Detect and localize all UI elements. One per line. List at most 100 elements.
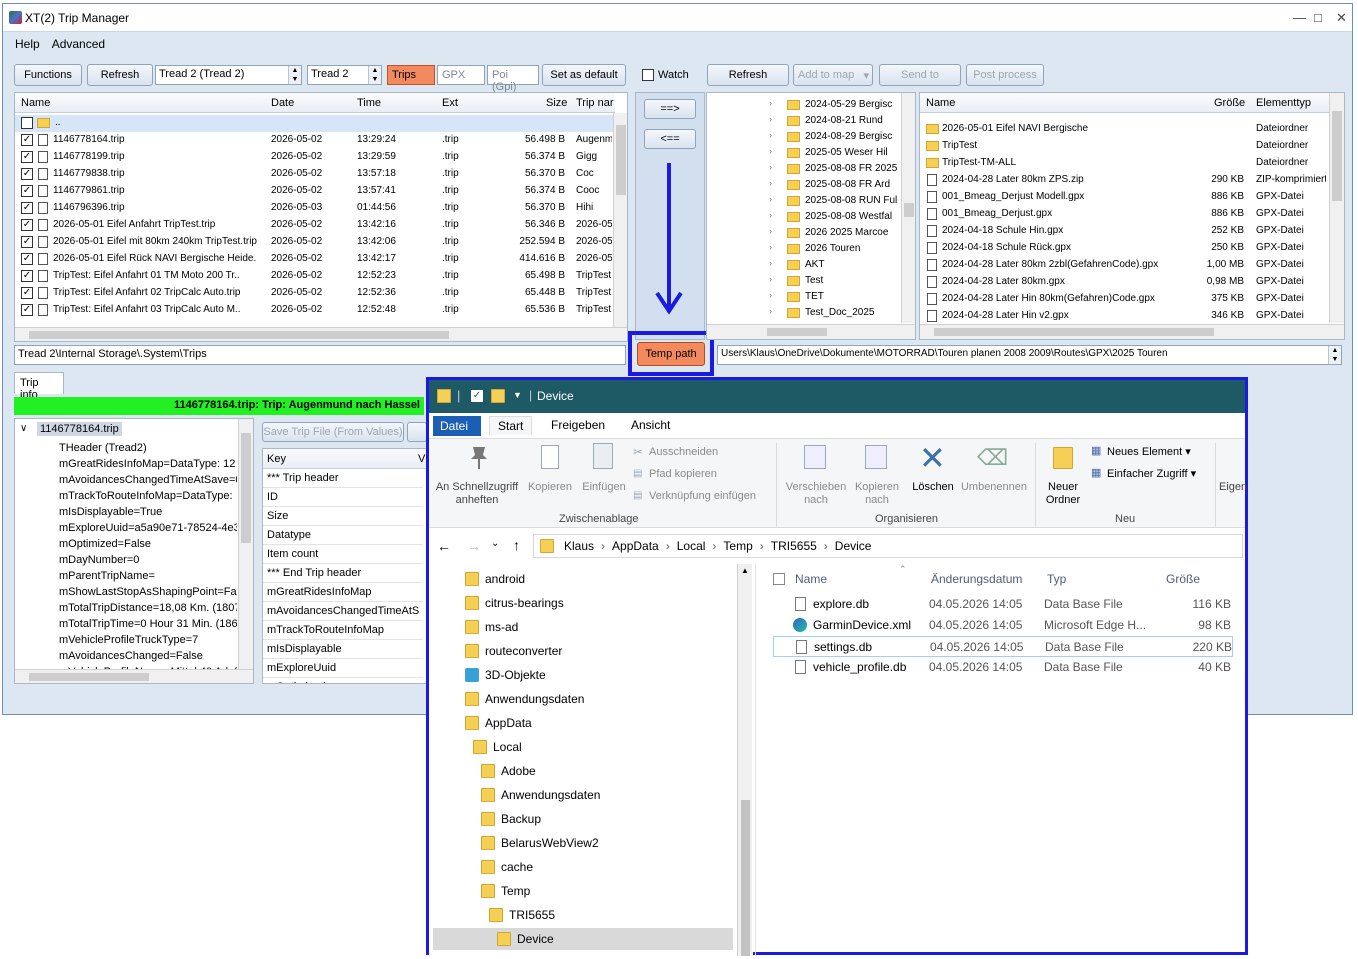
- nav-item[interactable]: Device: [433, 928, 733, 950]
- watch-checkbox[interactable]: [642, 69, 654, 81]
- tree-root[interactable]: 1146778164.trip: [37, 422, 122, 436]
- new-folder-button[interactable]: Neuer Ordner: [1037, 481, 1089, 507]
- chevron-down-icon[interactable]: ⌄: [491, 538, 499, 549]
- nav-item[interactable]: routeconverter: [433, 640, 733, 662]
- table-row[interactable]: 2024-04-18 Schule Rück.gpx 250 KB GPX-Date…: [920, 240, 1328, 257]
- nav-item[interactable]: android: [433, 568, 733, 590]
- file-row[interactable]: GarminDevice.xml 04.05.2026 14:05 Microsof…: [773, 615, 1233, 636]
- copy-path-button[interactable]: Pfad kopieren: [649, 468, 717, 481]
- trip-tree-item[interactable]: mVehicleProfileTruckType=7: [59, 634, 237, 646]
- grid-row[interactable]: mIsDisplayable: [263, 640, 423, 659]
- tree-item[interactable]: › AKT: [707, 257, 899, 274]
- tree-collapse-icon[interactable]: ∨: [20, 423, 27, 434]
- table-row[interactable]: 2024-04-18 Schule Hin.gpx 252 KB GPX-Datei: [920, 223, 1328, 240]
- grid-row[interactable]: *** End Trip header: [263, 564, 423, 583]
- row-checkbox[interactable]: ✓: [21, 304, 33, 316]
- row-checkbox[interactable]: ✓: [21, 236, 33, 248]
- col-date[interactable]: Änderungsdatum: [931, 572, 1022, 586]
- trip-tree-item[interactable]: mDayNumber=0: [59, 554, 237, 566]
- chevron-right-icon[interactable]: ›: [769, 146, 772, 156]
- chevron-right-icon[interactable]: ›: [769, 162, 772, 172]
- grid-row[interactable]: Size: [263, 507, 423, 526]
- nav-item[interactable]: Adobe: [433, 760, 733, 782]
- breadcrumb-item[interactable]: Temp: [719, 539, 756, 553]
- row-checkbox[interactable]: ✓: [21, 219, 33, 231]
- row-checkbox[interactable]: ✓: [21, 151, 33, 163]
- spin-icon[interactable]: ▲ ▼: [368, 66, 381, 84]
- nav-item[interactable]: ms-ad: [433, 616, 733, 638]
- file-row[interactable]: settings.db 04.05.2026 14:05 Data Base Fil…: [773, 636, 1233, 657]
- scroll-thumb[interactable]: [904, 203, 914, 217]
- tree-item[interactable]: › TET: [707, 289, 899, 306]
- chevron-right-icon[interactable]: ›: [769, 290, 772, 300]
- table-row[interactable]: ✓ 1146779861.trip 2026-05-02 13:57:41 .trip 5…: [15, 183, 615, 200]
- spin-icon[interactable]: ▲ ▼: [288, 66, 301, 84]
- grid-row[interactable]: mTrackToRouteInfoMap: [263, 621, 423, 640]
- file-row[interactable]: vehicle_profile.db 04.05.2026 14:05 Data B…: [773, 657, 1233, 678]
- scroll-thumb[interactable]: [241, 433, 251, 543]
- file-row[interactable]: explore.db 04.05.2026 14:05 Data Base File…: [773, 594, 1233, 615]
- tree-item[interactable]: › 2025-08-08 FR Ard: [707, 177, 899, 194]
- grid-row[interactable]: mAvoidancesChangedTimeAtS: [263, 602, 423, 621]
- right-vscrollbar[interactable]: [1329, 93, 1344, 323]
- maximize-icon[interactable]: □: [1314, 10, 1322, 25]
- nav-item[interactable]: cache: [433, 856, 733, 878]
- cut-button[interactable]: Ausschneiden: [649, 446, 718, 459]
- copy-left-button[interactable]: <==: [644, 129, 696, 149]
- col-time[interactable]: Time: [357, 97, 381, 109]
- minimize-icon[interactable]: —: [1293, 10, 1306, 25]
- grid-row[interactable]: mOptimized: [263, 678, 423, 683]
- row-checkbox[interactable]: ✓: [21, 202, 33, 214]
- trip-tree-item[interactable]: mGreatRidesInfoMap=DataType: 12: [59, 458, 237, 470]
- right-hscrollbar[interactable]: [920, 324, 1344, 339]
- trip-tree-hscrollbar[interactable]: [15, 669, 253, 683]
- scroll-thumb[interactable]: [1332, 111, 1342, 201]
- scroll-thumb[interactable]: [934, 328, 1214, 336]
- menu-help[interactable]: Help: [15, 37, 40, 51]
- left-path-field[interactable]: Tread 2\Internal Storage\.System\Trips: [14, 345, 626, 365]
- table-row[interactable]: 2024-04-28 Later 80km 2zbl(GefahrenCode)…: [920, 257, 1328, 274]
- breadcrumb-item[interactable]: Local: [673, 539, 710, 553]
- breadcrumb-item[interactable]: Klaus: [560, 539, 598, 553]
- tree-item[interactable]: › 2026 2025 Marcoe: [707, 225, 899, 242]
- scroll-thumb[interactable]: [616, 125, 626, 195]
- breadcrumb-item[interactable]: TRI5655: [767, 539, 821, 553]
- tree-item[interactable]: › 2025-08-08 Westfal: [707, 209, 899, 226]
- right-path-field[interactable]: Users\Klaus\OneDrive\Dokumente\MOTORRAD\…: [717, 345, 1342, 365]
- left-hscrollbar[interactable]: [15, 327, 627, 341]
- col-name[interactable]: Name: [795, 572, 827, 586]
- new-item-button[interactable]: Neues Element ▾: [1107, 446, 1191, 459]
- grid-row[interactable]: *** Trip header: [263, 469, 423, 488]
- table-row[interactable]: TripTest Dateiordner: [920, 138, 1328, 155]
- trip-tree-item[interactable]: mAvoidancesChanged=False: [59, 650, 237, 662]
- tab-trips[interactable]: Trips: [387, 65, 435, 85]
- table-row[interactable]: 2024-04-28 Later 80km ZPS.zip 290 KB ZIP-k…: [920, 172, 1328, 189]
- model-combo[interactable]: Tread 2 ▲ ▼: [307, 65, 382, 85]
- breadcrumb-item[interactable]: Device: [831, 539, 876, 553]
- chevron-right-icon[interactable]: ›: [769, 130, 772, 140]
- tab-poi[interactable]: Poi (Gpi): [487, 65, 539, 93]
- trip-tree-item[interactable]: mShowLastStopAsShapingPoint=Fals: [59, 586, 237, 598]
- more-button[interactable]: [407, 422, 427, 442]
- tab-gpx[interactable]: GPX: [437, 65, 485, 85]
- properties-button[interactable]: Eigen: [1219, 481, 1249, 494]
- col-type[interactable]: Elementtyp: [1256, 97, 1311, 109]
- col-date[interactable]: Date: [271, 97, 294, 109]
- chevron-right-icon[interactable]: ›: [769, 258, 772, 268]
- nav-item[interactable]: Anwendungsdaten: [433, 784, 733, 806]
- table-row[interactable]: 2024-04-28 Later Hin 80km(Gefahren)Code.…: [920, 291, 1328, 308]
- tree-item[interactable]: › 2025-08-08 FR 2025: [707, 161, 899, 178]
- tree-item[interactable]: › 2025-05 Weser Hil: [707, 145, 899, 162]
- grid-row[interactable]: mGreatRidesInfoMap: [263, 583, 423, 602]
- table-row[interactable]: ✓ TripTest: Eifel Anfahrt 03 TripCalc Aut…: [15, 302, 615, 319]
- device-combo[interactable]: Tread 2 (Tread 2) ▲ ▼: [155, 65, 302, 85]
- nav-item[interactable]: AppData: [433, 712, 733, 734]
- row-checkbox[interactable]: ✓: [21, 270, 33, 282]
- col-name[interactable]: Name: [21, 97, 50, 109]
- paste-button[interactable]: Einfügen: [579, 481, 629, 494]
- trip-tree-item[interactable]: THeader (Tread2): [59, 442, 237, 454]
- nav-item[interactable]: citrus-bearings: [433, 592, 733, 614]
- grid-row[interactable]: ID: [263, 488, 423, 507]
- trip-tree-item[interactable]: mExploreUuid=a5a90e71-78524-4e33: [59, 522, 237, 534]
- move-to-button[interactable]: Verschieben nach: [781, 481, 851, 507]
